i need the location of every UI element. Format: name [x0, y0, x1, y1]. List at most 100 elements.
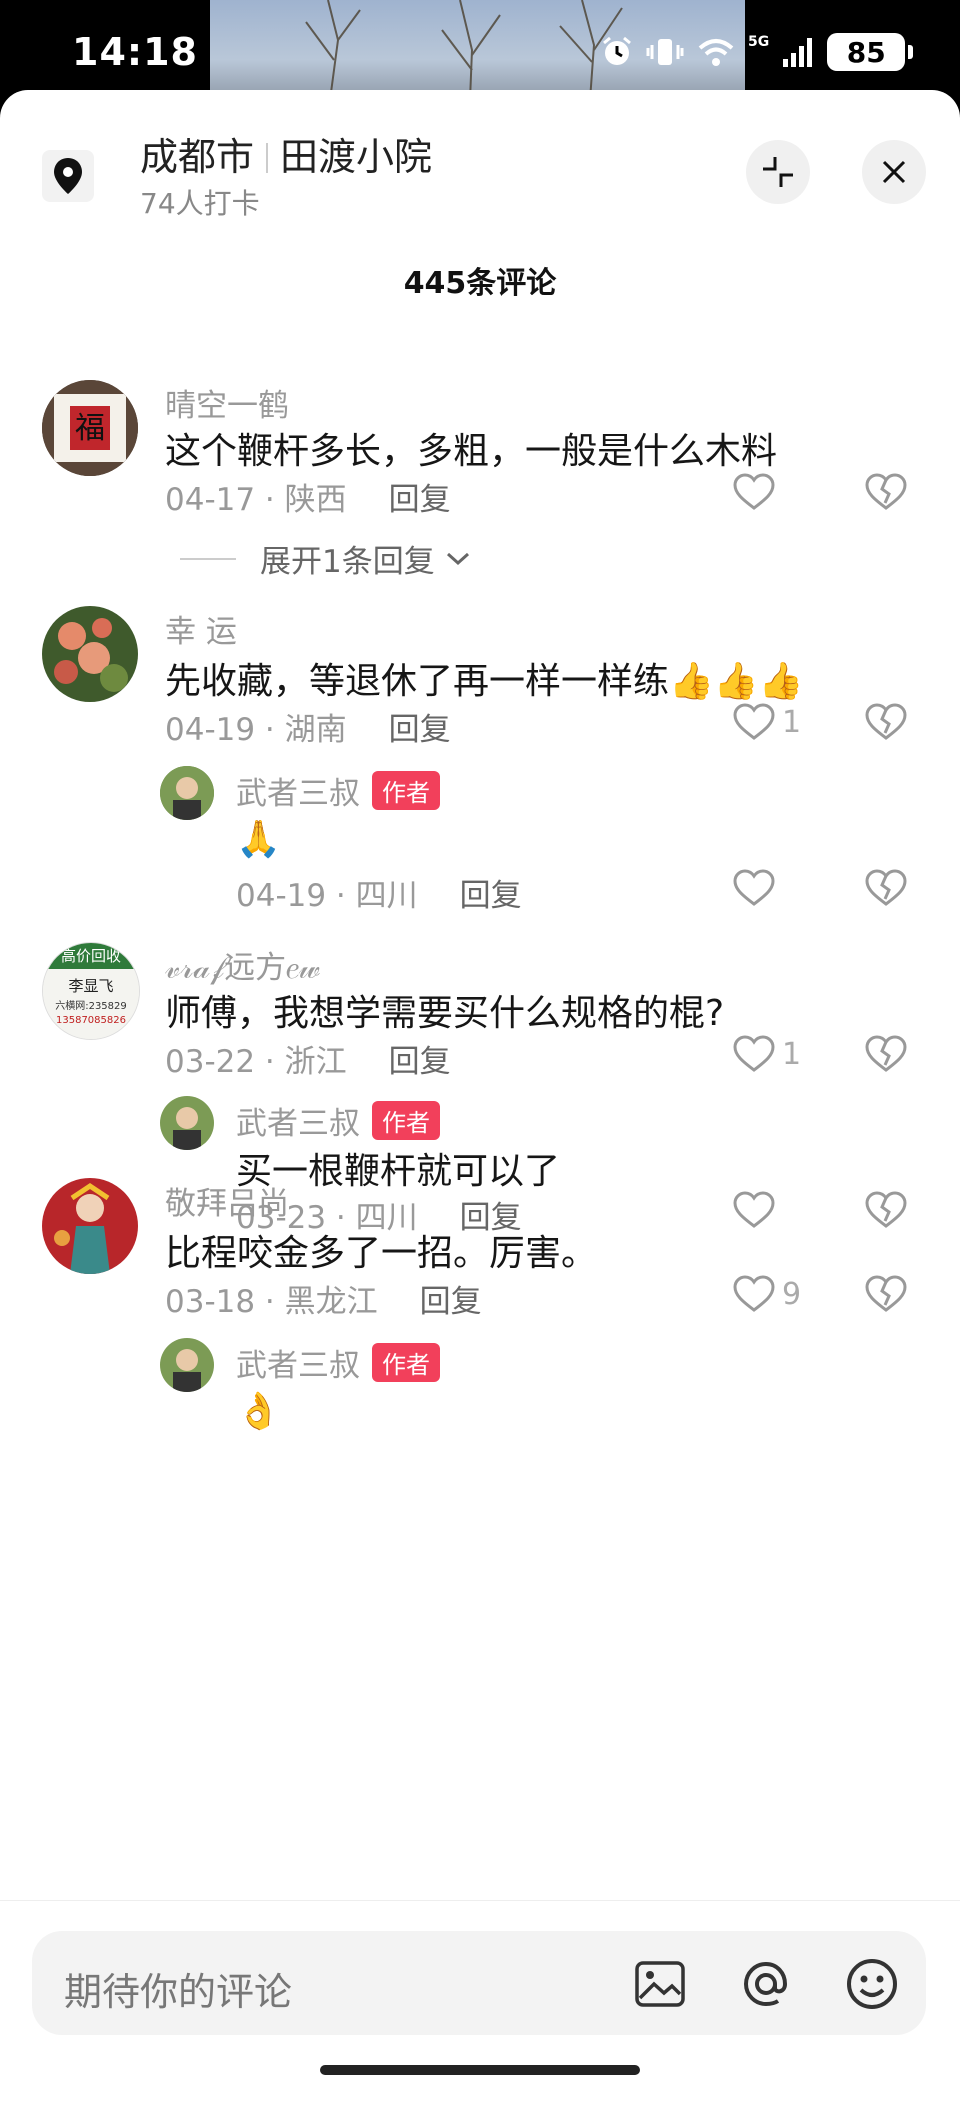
broken-heart-icon: [865, 1275, 907, 1312]
title-divider: [266, 143, 269, 173]
author-badge: 作者: [372, 1101, 440, 1140]
reply-username-text: 武者三叔: [236, 1106, 360, 1142]
reply-button[interactable]: 回复: [460, 878, 522, 914]
reply-username-text: 武者三叔: [236, 776, 360, 812]
status-bar: 14:18 5G 85: [0, 0, 960, 100]
avatar-text: 李显飞: [68, 977, 113, 995]
like-count: 1: [782, 1036, 802, 1072]
reply-text: 🙏: [236, 819, 281, 860]
comment-date-location: 03-22 · 浙江: [165, 1044, 347, 1080]
reply-button[interactable]: 回复: [420, 1284, 482, 1320]
image-icon: [635, 1961, 685, 2007]
like-button[interactable]: [732, 868, 782, 908]
dislike-button[interactable]: [864, 868, 908, 912]
dislike-button[interactable]: [864, 702, 908, 746]
broken-heart-icon: [865, 1191, 907, 1228]
like-button[interactable]: 1: [732, 1034, 801, 1074]
like-button[interactable]: 1: [732, 702, 801, 742]
dislike-button[interactable]: [864, 1034, 908, 1078]
avatar[interactable]: 福: [42, 380, 138, 476]
location-pin-icon: [42, 150, 94, 202]
reply-avatar[interactable]: [160, 766, 214, 820]
location-city: 成都市: [140, 135, 255, 179]
home-indicator[interactable]: [320, 2065, 640, 2075]
avatar-text: 六横网:235829: [55, 999, 127, 1012]
dislike-button[interactable]: [864, 1190, 908, 1234]
svg-text:福: 福: [75, 411, 105, 446]
status-time: 14:18: [72, 30, 198, 74]
signal-icon: [783, 38, 813, 67]
close-button[interactable]: [862, 140, 926, 204]
dislike-button[interactable]: [864, 472, 908, 516]
comment-meta: 03-18 · 黑龙江 回复: [165, 1276, 482, 1321]
like-count: 9: [782, 1276, 802, 1312]
reply-text: 👌: [236, 1391, 281, 1432]
avatar[interactable]: [42, 606, 138, 702]
checkin-count: 74人打卡: [140, 187, 260, 220]
reply-avatar[interactable]: [160, 1338, 214, 1392]
comment-date-location: 04-19 · 湖南: [165, 712, 347, 748]
author-badge: 作者: [372, 771, 440, 810]
comment-username[interactable]: 𝓋𝓇𝒶𝒻远方𝑒𝓌: [165, 942, 320, 987]
comment-date-location: 04-17 · 陕西: [165, 482, 347, 518]
avatar-text: 高价回收: [61, 947, 121, 965]
comment-input[interactable]: 期待你的评论: [32, 1931, 926, 2035]
comment-username[interactable]: 敬拜吕尚: [165, 1178, 289, 1223]
expand-label: 展开1条回复: [260, 544, 435, 580]
location-title[interactable]: 成都市 田渡小院: [140, 126, 432, 181]
reply-username[interactable]: 武者三叔 作者: [236, 768, 440, 813]
image-button[interactable]: [632, 1956, 688, 2012]
shrink-button[interactable]: [746, 140, 810, 204]
chevron-down-icon: [446, 552, 469, 565]
comment-text: 师傅，我想学需要买什么规格的棍?: [165, 993, 725, 1034]
like-button[interactable]: [732, 472, 782, 512]
location-place: 田渡小院: [280, 135, 433, 179]
broken-heart-icon: [865, 703, 907, 740]
comment-username[interactable]: 幸 运: [165, 606, 237, 651]
reply-button[interactable]: 回复: [389, 482, 451, 518]
avatar[interactable]: [42, 1178, 138, 1274]
emoji-button[interactable]: [844, 1956, 900, 2012]
expand-replies-button[interactable]: 展开1条回复: [180, 536, 473, 581]
comment-input-placeholder: 期待你的评论: [64, 1970, 293, 2014]
heart-icon: [733, 1275, 775, 1312]
heart-icon: [733, 869, 775, 906]
reply-avatar[interactable]: [160, 1096, 214, 1150]
reply-button[interactable]: 回复: [389, 1044, 451, 1080]
comment-meta: 03-22 · 浙江 回复: [165, 1036, 451, 1081]
avatar[interactable]: 高价回收 李显飞 六横网:235829 13587085826: [42, 942, 140, 1040]
comment-date-location: 03-18 · 黑龙江: [165, 1284, 378, 1320]
network-type: 5G: [748, 34, 770, 50]
emoji-icon: [847, 1959, 897, 2009]
wifi-icon: [698, 39, 734, 66]
close-icon: [882, 160, 906, 184]
avatar-text: 13587085826: [56, 1015, 126, 1026]
reply-date-location: 04-19 · 四川: [236, 878, 418, 914]
dislike-button[interactable]: [864, 1274, 908, 1318]
broken-heart-icon: [865, 1035, 907, 1072]
at-icon: [743, 1961, 788, 2007]
like-button[interactable]: [732, 1190, 782, 1230]
comment-meta: 04-19 · 湖南 回复: [165, 704, 451, 749]
vibrate-icon: [646, 39, 684, 65]
comment-count: 445条评论: [403, 266, 557, 301]
comment-username[interactable]: 晴空一鹤: [165, 380, 289, 425]
reply-username-text: 武者三叔: [236, 1348, 360, 1384]
battery-indicator: 85: [827, 33, 914, 71]
shrink-icon: [763, 157, 793, 187]
reply-username[interactable]: 武者三叔 作者: [236, 1340, 440, 1385]
broken-heart-icon: [865, 869, 907, 906]
author-badge: 作者: [372, 1343, 440, 1382]
comment-text: 比程咬金多了一招。厉害。: [165, 1233, 598, 1274]
like-button[interactable]: 9: [732, 1274, 801, 1314]
reply-button[interactable]: 回复: [389, 712, 451, 748]
comment-input-bar: 期待你的评论: [0, 1900, 960, 2110]
sheet-header: 成都市 田渡小院 74人打卡 445条评论: [0, 90, 960, 301]
comment-meta: 04-17 · 陕西 回复: [165, 474, 451, 519]
comment-text: 先收藏，等退休了再一样一样练👍👍👍: [165, 661, 804, 702]
heart-icon: [733, 473, 775, 510]
reply-meta: 04-19 · 四川 回复: [236, 870, 522, 915]
mention-button[interactable]: [738, 1956, 794, 2012]
reply-username[interactable]: 武者三叔 作者: [236, 1098, 440, 1143]
heart-icon: [733, 703, 775, 740]
